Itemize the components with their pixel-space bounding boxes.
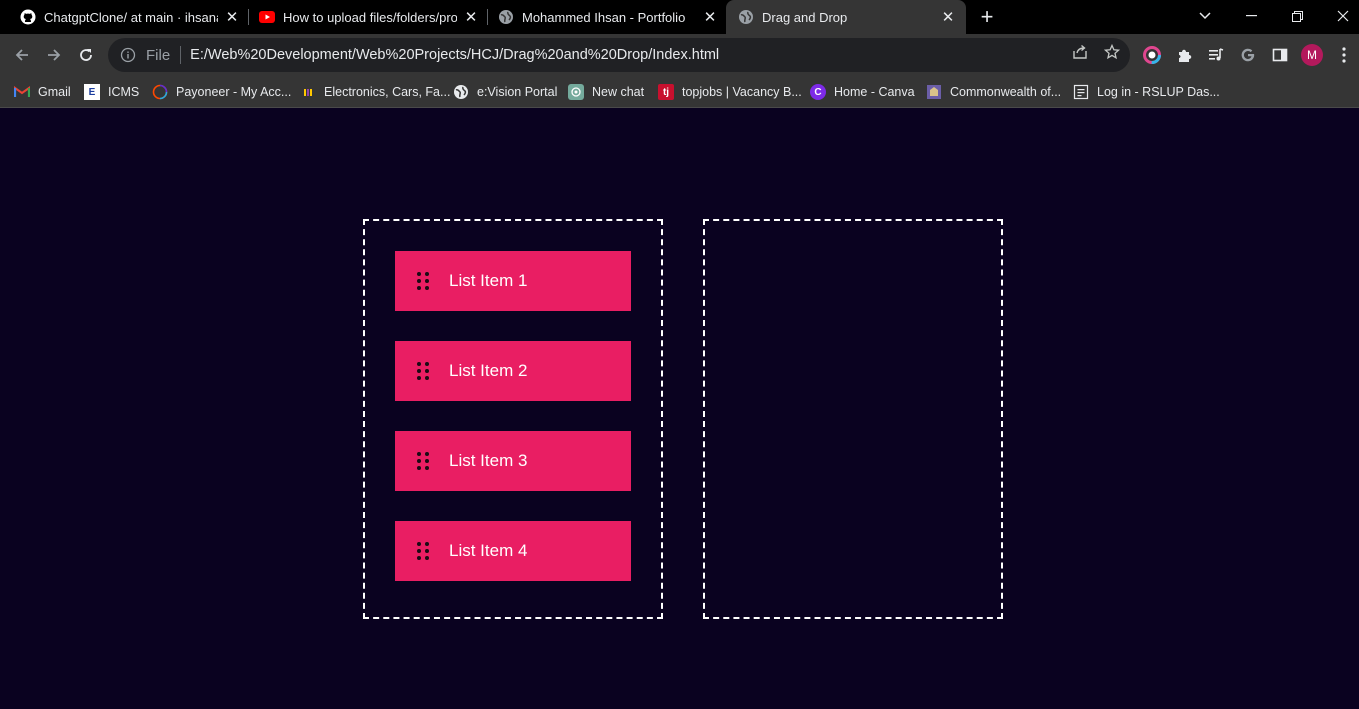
bookmark-payoneer[interactable]: Payoneer - My Acc... [152, 82, 291, 102]
youtube-icon [259, 9, 275, 25]
drag-handle-icon[interactable] [417, 542, 431, 560]
reload-icon [80, 49, 92, 61]
bookmark-rslup[interactable]: Log in - RSLUP Das... [1073, 82, 1220, 102]
canva-icon: C [810, 84, 826, 100]
browser-toolbar: File E:/Web%20Development/Web%20Projects… [0, 34, 1359, 76]
info-icon[interactable] [120, 47, 136, 63]
bookmark-label: Payoneer - My Acc... [176, 85, 292, 99]
github-icon [20, 9, 36, 25]
bookmarks-bar: Gmail E ICMS Payoneer - My Acc... Electr… [0, 76, 1359, 108]
bookmark-label: Log in - RSLUP Das... [1097, 85, 1220, 99]
list-item[interactable]: List Item 3 [395, 431, 631, 491]
list-item-label: List Item 1 [449, 271, 528, 290]
media-queue-icon[interactable] [1206, 45, 1226, 65]
url-text[interactable]: E:/Web%20Development/Web%20Projects/HCJ/… [190, 47, 719, 63]
globe-icon [738, 9, 754, 25]
arrow-right-icon [48, 49, 61, 61]
bookmark-label: e:Vision Portal [477, 85, 558, 99]
list-item-label: List Item 4 [449, 541, 528, 560]
bookmark-label: Home - Canva [834, 85, 915, 99]
close-icon [1337, 10, 1349, 22]
ikman-icon [300, 84, 316, 100]
topjobs-icon: tj [658, 84, 674, 100]
tab-title: How to upload files/folders/proje [283, 9, 457, 25]
page-content: List Item 1 List Item 2 List Item 3 List… [0, 109, 1359, 709]
drag-handle-icon[interactable] [417, 272, 431, 290]
tab-portfolio[interactable]: Mohammed Ihsan - Portfolio ✕ [478, 0, 726, 34]
restore-icon [1291, 10, 1303, 22]
bookmark-label: Gmail [38, 85, 71, 99]
extensions-puzzle-icon[interactable] [1174, 45, 1194, 65]
list-item[interactable]: List Item 2 [395, 341, 631, 401]
tab-title: Mohammed Ihsan - Portfolio [522, 9, 686, 25]
minimize-icon [1245, 15, 1257, 17]
address-bar[interactable]: File E:/Web%20Development/Web%20Projects… [108, 38, 1130, 72]
target-dropzone[interactable] [703, 219, 1003, 619]
reload-button[interactable] [74, 43, 98, 67]
arrow-left-icon [15, 49, 28, 61]
scheme-label: File [146, 46, 171, 64]
bookmark-ikman[interactable]: Electronics, Cars, Fa... [300, 82, 450, 102]
bookmark-label: New chat [592, 85, 645, 99]
drag-handle-icon[interactable] [417, 362, 431, 380]
gmail-icon [14, 84, 30, 100]
tab-title: ChatgptClone/ at main · ihsanakr [44, 9, 218, 25]
commonwealth-icon [926, 84, 942, 100]
bookmark-icms[interactable]: E ICMS [84, 82, 139, 102]
bookmark-label: Commonwealth of... [950, 85, 1062, 99]
list-item-label: List Item 3 [449, 451, 528, 470]
new-tab-button[interactable]: + [975, 4, 999, 29]
share-icon[interactable] [1071, 43, 1089, 61]
minimize-button[interactable] [1228, 0, 1274, 32]
payoneer-icon [152, 84, 168, 100]
tab-drag-and-drop[interactable]: Drag and Drop ✕ [726, 0, 966, 34]
source-dropzone[interactable]: List Item 1 List Item 2 List Item 3 List… [363, 219, 663, 619]
back-button[interactable] [10, 43, 34, 67]
bookmark-topjobs[interactable]: tj topjobs | Vacancy B... [658, 82, 802, 102]
divider [180, 46, 182, 64]
bookmark-label: ICMS [108, 85, 140, 99]
bookmark-star-icon[interactable] [1103, 43, 1121, 61]
chevron-down-icon [1199, 12, 1211, 20]
menu-kebab-icon[interactable] [1334, 45, 1354, 65]
close-icon[interactable]: ✕ [463, 9, 479, 26]
avatar[interactable]: M [1301, 44, 1323, 66]
bookmark-commonwealth[interactable]: Commonwealth of... [926, 82, 1061, 102]
drag-handle-icon[interactable] [417, 452, 431, 470]
bookmark-label: Electronics, Cars, Fa... [324, 85, 451, 99]
forward-button[interactable] [42, 43, 66, 67]
restore-button[interactable] [1274, 0, 1320, 32]
bookmark-new-chat[interactable]: New chat [568, 82, 644, 102]
list-item-label: List Item 2 [449, 361, 528, 380]
color-extension-icon[interactable] [1142, 45, 1162, 65]
side-panel-icon[interactable] [1270, 45, 1290, 65]
tab-chatgptclone[interactable]: ChatgptClone/ at main · ihsanakr ✕ [0, 0, 248, 34]
globe-icon [453, 84, 469, 100]
list-item[interactable]: List Item 1 [395, 251, 631, 311]
page-icon [1073, 84, 1089, 100]
bookmark-label: topjobs | Vacancy B... [682, 85, 802, 99]
close-icon[interactable]: ✕ [702, 9, 718, 26]
google-icon[interactable] [1238, 45, 1258, 65]
tab-strip: ChatgptClone/ at main · ihsanakr ✕ How t… [0, 0, 1359, 34]
close-window-button[interactable] [1320, 0, 1359, 32]
tab-search-button[interactable] [1182, 0, 1228, 32]
globe-icon [498, 9, 514, 25]
tab-youtube-upload[interactable]: How to upload files/folders/proje ✕ [239, 0, 487, 34]
bookmark-evision[interactable]: e:Vision Portal [453, 82, 557, 102]
close-icon[interactable]: ✕ [224, 9, 240, 26]
list-item[interactable]: List Item 4 [395, 521, 631, 581]
chatgpt-icon [568, 84, 584, 100]
tab-title: Drag and Drop [762, 9, 848, 25]
bookmark-gmail[interactable]: Gmail [14, 82, 71, 102]
bookmark-canva[interactable]: C Home - Canva [810, 82, 915, 102]
close-icon[interactable]: ✕ [940, 9, 956, 26]
icms-icon: E [84, 84, 100, 100]
